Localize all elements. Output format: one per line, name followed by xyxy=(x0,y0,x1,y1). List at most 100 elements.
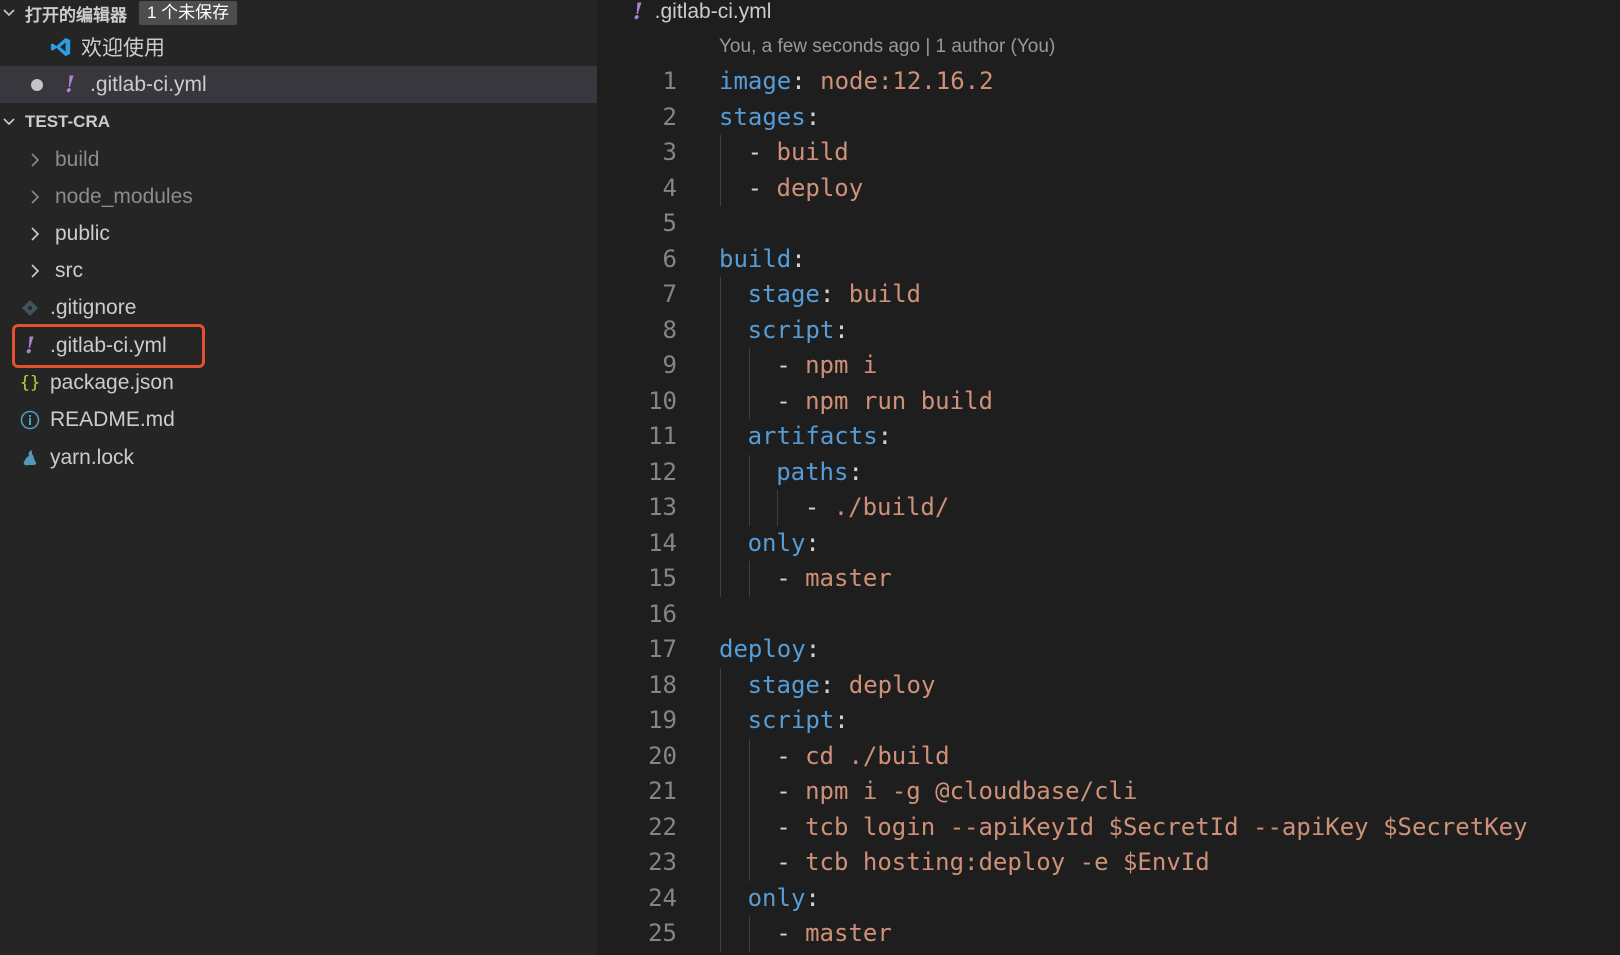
yaml-punctuation: - xyxy=(776,741,806,770)
line-number: 25 xyxy=(648,919,677,947)
code-line[interactable]: 6 build: xyxy=(597,242,1620,278)
code-line[interactable]: 12 paths: xyxy=(597,454,1620,491)
line-number: 12 xyxy=(648,457,677,486)
code-line[interactable]: 13 - ./build/ xyxy=(597,490,1620,526)
yaml-value: master xyxy=(805,919,892,947)
yaml-punctuation: - xyxy=(776,386,806,415)
yaml-punctuation: - xyxy=(776,919,806,947)
code-line[interactable]: 9 - npm i xyxy=(597,348,1620,384)
chevron-right-icon xyxy=(24,149,46,171)
code-editor[interactable]: ! .gitlab-ci.yml You, a few seconds ago … xyxy=(597,0,1620,955)
indent-guide xyxy=(720,419,721,455)
yaml-punctuation: : xyxy=(791,244,806,273)
yaml-value: cd ./build xyxy=(805,741,950,770)
line-content: - tcb login --apiKeyId $SecretId --apiKe… xyxy=(776,810,1527,846)
line-number: 10 xyxy=(648,386,677,415)
code-line[interactable]: 25 - master xyxy=(597,916,1620,952)
line-number: 11 xyxy=(648,422,677,450)
code-line[interactable]: 23 - tcb hosting:deploy -e $EnvId xyxy=(597,845,1620,881)
git-icon xyxy=(19,297,41,319)
unsaved-dot-icon[interactable] xyxy=(31,78,43,91)
code-line[interactable]: 8 script: xyxy=(597,312,1620,348)
code-line[interactable]: 14 only: xyxy=(597,525,1620,561)
tree-file-package-json[interactable]: {} package.json xyxy=(0,364,597,401)
code-line[interactable]: 15 - master xyxy=(597,561,1620,597)
tree-item-label: node_modules xyxy=(55,184,193,208)
indent-guide xyxy=(720,170,721,206)
code-line[interactable]: 11 artifacts: xyxy=(597,419,1620,455)
indent-guide xyxy=(720,809,721,845)
code-line[interactable]: 5 xyxy=(597,206,1620,242)
line-content: only: xyxy=(748,881,820,917)
yaml-value: build xyxy=(776,138,849,166)
git-blame-codelens[interactable]: You, a few seconds ago | 1 author (You) xyxy=(719,36,1055,58)
code-line[interactable]: 1 image: node:12.16.2 xyxy=(597,64,1620,100)
code-line[interactable]: 2 stages: xyxy=(597,100,1620,136)
code-line[interactable]: 21 - npm i -g @cloudbase/cli xyxy=(597,774,1620,810)
line-number: 4 xyxy=(662,173,677,202)
yaml-value: deploy xyxy=(776,173,864,202)
line-content: - build xyxy=(748,135,849,171)
vscode-logo-icon xyxy=(50,36,72,58)
indent-guide xyxy=(720,845,721,881)
code-line[interactable]: 3 - build xyxy=(597,135,1620,171)
project-title: TEST-CRA xyxy=(25,112,110,131)
json-icon: {} xyxy=(19,372,41,393)
tree-item-label: .gitignore xyxy=(50,295,137,319)
yaml-punctuation: - xyxy=(747,173,777,202)
yaml-value: npm i xyxy=(805,351,878,379)
code-line[interactable]: 22 - tcb login --apiKeyId $SecretId --api… xyxy=(597,809,1620,846)
tree-file-readme[interactable]: README.md xyxy=(0,401,597,438)
code-line[interactable]: 20 - cd ./build xyxy=(597,738,1620,775)
code-line[interactable]: 24 only: xyxy=(597,880,1620,917)
line-content: - ./build/ xyxy=(805,490,950,526)
tree-item-label: src xyxy=(55,258,83,282)
line-number: 6 xyxy=(662,244,677,273)
indent-guide xyxy=(748,454,750,490)
code-line[interactable]: 18 stage: deploy xyxy=(597,667,1620,703)
line-number: 3 xyxy=(662,138,677,166)
line-number: 13 xyxy=(648,493,677,521)
code-line[interactable]: 16 xyxy=(597,597,1620,633)
indent-guide xyxy=(720,277,721,313)
yaml-punctuation: - xyxy=(776,777,806,805)
code-line[interactable]: 7 stage: build xyxy=(597,277,1620,313)
tree-folder-node-modules[interactable]: node_modules xyxy=(0,178,597,215)
yaml-punctuation: : xyxy=(805,883,820,912)
indent-guide xyxy=(748,845,750,881)
open-editor-gitlab-ci[interactable]: ! .gitlab-ci.yml xyxy=(0,66,597,103)
line-content: - cd ./build xyxy=(776,739,949,775)
indent-guide xyxy=(720,561,721,597)
yaml-punctuation: - xyxy=(776,848,806,876)
line-number: 20 xyxy=(648,741,677,770)
indent-guide xyxy=(720,348,721,384)
line-content: - tcb hosting:deploy -e $EnvId xyxy=(776,845,1209,881)
tree-folder-public[interactable]: public xyxy=(0,215,597,252)
tree-folder-src[interactable]: src xyxy=(0,252,597,289)
project-header[interactable]: TEST-CRA xyxy=(0,106,597,138)
yaml-punctuation: - xyxy=(747,138,777,166)
tree-file-yarn-lock[interactable]: yarn.lock xyxy=(0,439,597,476)
line-content: paths: xyxy=(776,455,863,491)
yaml-key: script xyxy=(747,315,835,344)
open-editor-welcome[interactable]: 欢迎使用 xyxy=(0,28,597,65)
line-number: 5 xyxy=(662,209,677,237)
tree-item-label: package.json xyxy=(50,370,174,394)
chevron-down-icon xyxy=(3,118,15,126)
unsaved-badge: 1 个未保存 xyxy=(139,1,238,25)
yaml-punctuation: - xyxy=(776,564,806,592)
highlight-annotation xyxy=(12,324,205,368)
code-line[interactable]: 10 - npm run build xyxy=(597,383,1620,419)
indent-guide xyxy=(748,809,750,845)
indent-guide xyxy=(720,135,721,171)
open-editors-header[interactable]: 打开的编辑器 1 个未保存 xyxy=(0,0,597,26)
code-line[interactable]: 17 deploy: xyxy=(597,632,1620,668)
line-number: 1 xyxy=(662,67,677,95)
line-content: - deploy xyxy=(748,171,864,207)
code-line[interactable]: 4 - deploy xyxy=(597,170,1620,207)
line-content: - master xyxy=(776,561,892,597)
tree-folder-build[interactable]: build xyxy=(0,141,597,178)
editor-breadcrumb[interactable]: ! .gitlab-ci.yml xyxy=(633,0,771,25)
tree-file-gitignore[interactable]: .gitignore xyxy=(0,289,597,326)
code-line[interactable]: 19 script: xyxy=(597,703,1620,739)
